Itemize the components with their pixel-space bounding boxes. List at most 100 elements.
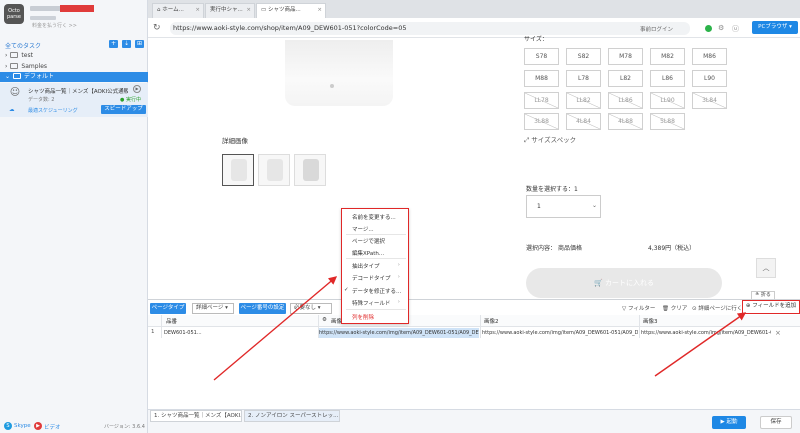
cloud-schedule-link[interactable]: 最適スケジューリング: [28, 107, 78, 114]
page-setting-select[interactable]: 必要なし ▾: [290, 303, 332, 314]
task-name[interactable]: シャツ商品一覧｜メンズ【AOKI公式通販】: [28, 87, 128, 95]
close-icon[interactable]: ×: [246, 4, 251, 17]
qty-select[interactable]: 1: [526, 195, 601, 218]
size-option[interactable]: 5L88: [650, 113, 685, 130]
user-icon[interactable]: ⓤ: [732, 24, 739, 34]
launch-button[interactable]: ▶ 起動: [712, 416, 746, 429]
row-delete-icon[interactable]: ×: [775, 328, 783, 338]
skype-link[interactable]: Skype: [14, 423, 31, 429]
step-tab-1[interactable]: 1. シャツ商品一覧｜メンズ【AOKI...: [150, 410, 242, 422]
menu-item-delete-column[interactable]: 列を削除: [352, 313, 374, 321]
size-option[interactable]: S82: [566, 48, 601, 65]
close-icon[interactable]: ×: [195, 4, 200, 17]
size-option[interactable]: L86: [650, 70, 685, 87]
table-cell[interactable]: DEW601-051...: [164, 328, 316, 338]
settings-icon[interactable]: ⚙: [718, 24, 724, 32]
all-tasks-title[interactable]: 全てのタスク: [5, 41, 41, 50]
size-option[interactable]: L78: [566, 70, 601, 87]
table-cell[interactable]: https://www.aoki-style.com/img/item/A09_…: [641, 328, 771, 338]
step-tab-2[interactable]: 2. ノンアイロン スーパーストレッ... ⊗: [244, 410, 340, 422]
folder-action-icon[interactable]: ⊞: [135, 40, 144, 48]
folder-icon: [10, 63, 19, 69]
new-task-icon[interactable]: +: [109, 40, 118, 48]
size-option[interactable]: LL78: [524, 92, 559, 109]
table-cell[interactable]: https://www.aoki-style.com/img/item/A09_…: [319, 328, 479, 338]
size-option[interactable]: M78: [608, 48, 643, 65]
column-header[interactable]: 画像2: [484, 317, 499, 325]
url-input[interactable]: https://www.aoki-style.com/shop/item/A09…: [170, 22, 690, 35]
menu-item-merge[interactable]: マージ...: [352, 225, 374, 233]
size-option[interactable]: M88: [524, 70, 559, 87]
size-option[interactable]: 3L84: [692, 92, 727, 109]
tab-shirt-product[interactable]: ▭ シャツ商品... ×: [256, 3, 326, 18]
trash-icon: 🗑: [662, 306, 671, 312]
size-option[interactable]: LL82: [566, 92, 601, 109]
detail-thumb-2[interactable]: [258, 154, 290, 186]
size-option[interactable]: M82: [650, 48, 685, 65]
tab-running[interactable]: 実行中シャ... ×: [205, 3, 255, 18]
tree-item-samples[interactable]: › Samples: [0, 62, 148, 72]
detail-thumb-1[interactable]: [222, 154, 254, 186]
menu-item-select-in-page[interactable]: ページで選択: [352, 237, 385, 245]
pc-browser-dropdown[interactable]: PCブラウザ ▾: [752, 21, 798, 34]
column-divider: [161, 315, 162, 338]
check-icon: ✓: [344, 287, 349, 293]
upgrade-link[interactable]: 料金を払う行く >>: [32, 22, 77, 29]
pre-login-button[interactable]: 事前ログイン: [640, 25, 673, 33]
field-context-menu: 名前を変更する... マージ... ページで選択 編集XPath... 抽出タイ…: [341, 208, 409, 324]
add-field-button[interactable]: ⊕ フィールドを追加: [742, 300, 800, 314]
column-header[interactable]: 品番: [166, 317, 177, 325]
status-dot-icon: [705, 25, 712, 32]
size-option[interactable]: S78: [524, 48, 559, 65]
video-link[interactable]: ビデオ: [44, 423, 61, 431]
robot-icon: ☺: [9, 87, 21, 98]
table-cell[interactable]: https://www.aoki-style.com/img/item/A09_…: [482, 328, 638, 338]
close-icon[interactable]: ×: [317, 4, 322, 17]
menu-item-special-field[interactable]: 特殊フィールド: [352, 299, 390, 307]
task-status: ● 実行中: [120, 97, 141, 103]
detail-thumb-3[interactable]: [294, 154, 326, 186]
size-option[interactable]: 4L88: [608, 113, 643, 130]
user-plan-redacted: [30, 16, 56, 20]
clear-button[interactable]: 🗑 クリア: [662, 304, 687, 312]
menu-item-extract-type[interactable]: 抽出タイプ: [352, 262, 380, 270]
task-play-icon[interactable]: ▶: [133, 85, 141, 93]
gear-icon[interactable]: ⚙: [322, 317, 327, 323]
row-number: 1: [151, 329, 155, 335]
menu-item-rename[interactable]: 名前を変更する...: [352, 213, 396, 221]
menu-item-edit-xpath[interactable]: 編集XPath...: [352, 249, 384, 257]
filter-button[interactable]: ▽ フィルター: [622, 304, 655, 312]
size-spec-link[interactable]: ⤢ サイズスペック: [524, 134, 576, 145]
speed-up-button[interactable]: スピードアップ: [101, 105, 146, 114]
save-button[interactable]: 保存: [760, 416, 792, 429]
tab-home[interactable]: ⌂ ホーム... ×: [152, 3, 204, 18]
reload-icon[interactable]: ↻: [153, 23, 161, 33]
page-setting-button[interactable]: ページ番号の設定: [239, 303, 286, 314]
size-option[interactable]: M86: [692, 48, 727, 65]
tree-item-default[interactable]: ⌄ デフォルト: [0, 72, 148, 82]
size-option[interactable]: 4L84: [566, 113, 601, 130]
goto-detail-button[interactable]: ⊙ 詳細ページに行く: [692, 304, 742, 312]
size-option[interactable]: L82: [608, 70, 643, 87]
size-header: サイズ：: [524, 36, 548, 43]
price-value: 4,389円（税込）: [648, 245, 696, 252]
folder-icon: [13, 73, 22, 79]
scroll-top-icon[interactable]: ︿: [756, 258, 776, 278]
column-header[interactable]: 画像3: [643, 317, 658, 325]
add-to-cart-button[interactable]: 🛒 カートに入れる: [526, 268, 722, 298]
size-option[interactable]: 3L88: [524, 113, 559, 130]
cart-icon: 🛒: [594, 279, 605, 287]
skype-icon[interactable]: S: [4, 422, 12, 430]
tree-item-test[interactable]: › test: [0, 51, 148, 61]
size-option[interactable]: L90: [692, 70, 727, 87]
column-divider: [480, 315, 481, 338]
size-option[interactable]: LL90: [650, 92, 685, 109]
cloud-icon: ☁: [9, 107, 15, 113]
page-type-button[interactable]: ページタイプ: [150, 303, 186, 314]
video-icon[interactable]: ▶: [34, 422, 42, 430]
size-option[interactable]: LL86: [608, 92, 643, 109]
menu-item-decode-type[interactable]: デコードタイプ: [352, 274, 391, 282]
import-task-icon[interactable]: ⇣: [122, 40, 131, 48]
page-type-select[interactable]: 詳細ページ ▾: [192, 303, 234, 314]
menu-item-modify-data[interactable]: データを修正する...: [352, 287, 401, 295]
